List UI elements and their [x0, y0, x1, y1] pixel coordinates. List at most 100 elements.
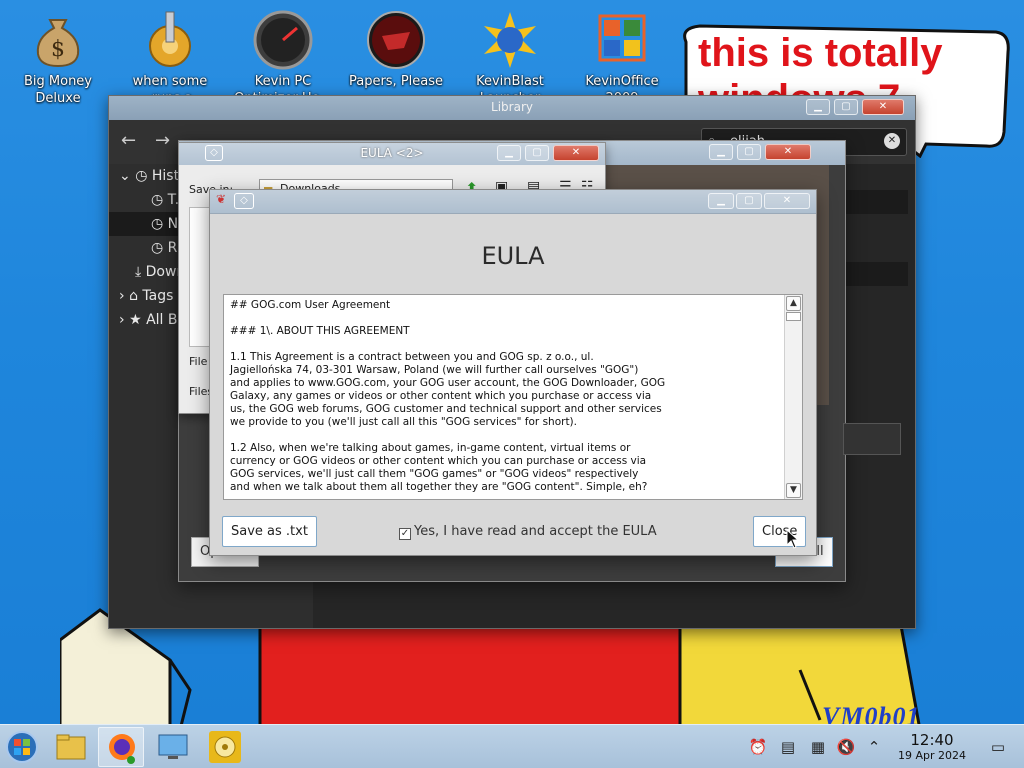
- minimize-button[interactable]: ▁: [708, 193, 734, 209]
- eula-titlebar[interactable]: ❦ ◇ ▁ ▢ ✕: [210, 190, 816, 214]
- back-arrow-icon[interactable]: ←: [121, 130, 136, 151]
- eula-text-content: ## GOG.com User Agreement ### 1\. ABOUT …: [230, 299, 780, 494]
- kevinblast-icon: [480, 10, 540, 70]
- alarm-icon[interactable]: ⏰: [748, 737, 768, 757]
- speedometer-icon: [253, 10, 313, 70]
- eula-text-line: ### 1\. ABOUT THIS AGREEMENT: [230, 325, 410, 337]
- desktop-icon-label-line: Big Money: [23, 74, 92, 89]
- scroll-thumb[interactable]: [786, 312, 801, 321]
- scroll-up-icon[interactable]: ▲: [786, 296, 801, 311]
- eula-text-line: Galaxy, any games or videos or other con…: [230, 390, 652, 402]
- money-bag-icon: $: [28, 10, 88, 70]
- taskbar: ⏰ ▤ ▦ 🔇 ⌃ ▭: [0, 724, 1024, 768]
- desktop-icon-label-line: Papers, Please: [348, 74, 444, 89]
- eula-text-area[interactable]: ## GOG.com User Agreement ### 1\. ABOUT …: [223, 294, 803, 500]
- tag-icon: ⌂: [129, 288, 138, 304]
- minimize-button[interactable]: ▁: [806, 99, 830, 115]
- eula-text-line: [230, 312, 780, 325]
- clock-icon: ◷: [151, 216, 164, 232]
- desktop-icon-kevinblast[interactable]: KevinBlastLauncher: [452, 2, 568, 107]
- notes-icon[interactable]: ▦: [808, 737, 828, 757]
- forward-arrow-icon[interactable]: →: [155, 130, 170, 151]
- desktop-icon-label-line: KevinOffice: [585, 74, 659, 89]
- scroll-down-icon[interactable]: ▼: [786, 483, 801, 498]
- desktop-icon-label: Papers, Please: [338, 73, 454, 90]
- save-dialog-titlebar[interactable]: ◇ EULA <2> ▁ ▢ ✕: [179, 143, 605, 165]
- desktop-icon-label-line: KevinBlast: [476, 74, 544, 89]
- clock-icon: ◷: [135, 168, 148, 184]
- eula-heading: EULA: [481, 242, 545, 270]
- clear-search-icon[interactable]: ✕: [884, 133, 900, 149]
- file-name-label: File: [189, 355, 208, 368]
- volume-muted-icon[interactable]: 🔇: [836, 737, 856, 757]
- eula-text-line: GOG services, we'll just call them "GOG …: [230, 468, 639, 480]
- maximize-button[interactable]: ▢: [736, 193, 762, 209]
- maximize-button[interactable]: ▢: [525, 145, 549, 161]
- windows-orb-icon: [6, 731, 38, 763]
- eula-text-line: ## GOG.com User Agreement: [230, 299, 391, 311]
- gog-side-panel: [843, 423, 901, 455]
- taskbar-firefox[interactable]: [98, 727, 144, 767]
- library-titlebar[interactable]: Library ▁ ▢ ✕: [109, 96, 915, 120]
- clock-time[interactable]: 12:40: [900, 731, 964, 749]
- clipboard-icon[interactable]: ▤: [778, 737, 798, 757]
- eula-text-line: and when we talk about them all together…: [230, 481, 648, 493]
- show-desktop-icon[interactable]: ▭: [988, 737, 1008, 757]
- eula-text-line: we provide to you (we'll just call all t…: [230, 416, 577, 428]
- eula-text-line: 1.2 Also, when we're talking about games…: [230, 442, 631, 454]
- vertical-scrollbar[interactable]: ▲ ▼: [784, 295, 802, 499]
- clock-date[interactable]: 19 Apr 2024: [888, 749, 976, 762]
- minimize-button[interactable]: ▁: [709, 144, 733, 160]
- clock-icon: ◷: [151, 192, 164, 208]
- desktop-icon-kevinoffice[interactable]: KevinOffice2009: [564, 2, 680, 107]
- desktop-icon-kevin-pc-optimizer[interactable]: Kevin PCOptimizer Ho...: [225, 2, 341, 107]
- chevron-down-icon: ⌄: [119, 168, 131, 184]
- desktop-icon-big-money[interactable]: $ Big Money Deluxe: [0, 2, 116, 107]
- eula-text-line: us, the GOG web forums, GOG customer and…: [230, 403, 662, 415]
- maximize-button[interactable]: ▢: [834, 99, 858, 115]
- desktop-icon-label: Big Money Deluxe: [0, 73, 116, 107]
- save-as-txt-button[interactable]: Save as .txt: [222, 516, 317, 547]
- desktop-icon-label-line: when some: [132, 74, 208, 89]
- desktop: $ Big Money Deluxe when some... runs a...…: [0, 0, 1024, 724]
- gear-app-icon: [140, 10, 200, 70]
- svg-text:$: $: [51, 37, 65, 62]
- close-button[interactable]: ✕: [553, 145, 599, 161]
- sidebar-item-label: Tags: [142, 288, 174, 304]
- app-icon: ❦: [216, 192, 227, 206]
- clock-icon: ◷: [151, 240, 164, 256]
- eula-text-line: [230, 338, 780, 351]
- accept-eula-checkbox[interactable]: ✓ Yes, I have read and accept the EULA: [399, 524, 657, 540]
- eula-text-line: Jagiellońska 74, 03-301 Warsaw, Poland (…: [230, 364, 639, 376]
- window-menu-icon[interactable]: ◇: [234, 193, 254, 209]
- eula-text-line: and applies to www.GOG.com, your GOG use…: [230, 377, 666, 389]
- chevron-up-icon[interactable]: ⌃: [864, 737, 884, 757]
- eula-text-line: [230, 429, 780, 442]
- taskbar-file-explorer[interactable]: [48, 727, 94, 767]
- mouse-cursor-icon: [786, 529, 800, 549]
- disc-icon: [209, 731, 241, 763]
- minimize-button[interactable]: ▁: [497, 145, 521, 161]
- chevron-right-icon: ›: [119, 312, 125, 328]
- close-button[interactable]: ✕: [765, 144, 811, 160]
- library-title: Library: [491, 100, 533, 114]
- folder-icon: [56, 734, 86, 760]
- computer-icon: [158, 734, 188, 759]
- desktop-icon-label-line: Deluxe: [35, 91, 81, 106]
- eula-dialog: ❦ ◇ ▁ ▢ ✕ EULA ## GOG.com User Agreement…: [209, 189, 817, 556]
- star-icon: ★: [129, 312, 142, 328]
- taskbar-disc-app[interactable]: [202, 727, 248, 767]
- watermark: VM0b01: [822, 702, 921, 724]
- close-window-button[interactable]: ✕: [764, 193, 810, 209]
- desktop-icon-papers-please[interactable]: Papers, Please: [338, 2, 454, 90]
- chevron-right-icon: ›: [119, 288, 125, 304]
- maximize-button[interactable]: ▢: [737, 144, 761, 160]
- papers-please-icon: [366, 10, 426, 70]
- download-icon: ⤓: [135, 264, 142, 280]
- start-button[interactable]: [0, 727, 46, 767]
- eula-text-line: 1.1 This Agreement is a contract between…: [230, 351, 594, 363]
- close-button[interactable]: ✕: [862, 99, 904, 115]
- taskbar-control-panel[interactable]: [150, 727, 196, 767]
- kevinoffice-icon: [592, 10, 652, 70]
- desktop-icon-when-some[interactable]: when some... runs a...: [112, 2, 228, 107]
